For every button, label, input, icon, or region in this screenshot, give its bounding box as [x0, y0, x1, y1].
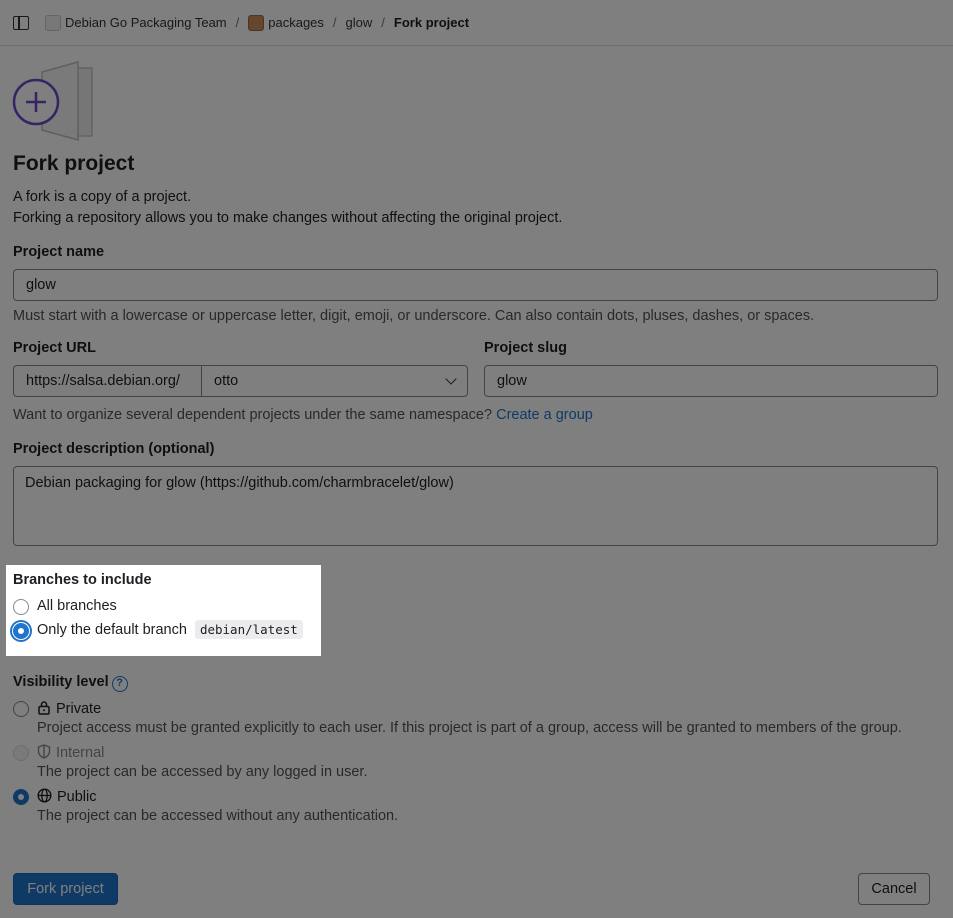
namespace-help-text: Want to organize several dependent proje…: [13, 407, 497, 423]
breadcrumb-separator: /: [235, 15, 240, 30]
private-radio[interactable]: [13, 701, 29, 717]
all-branches-radio[interactable]: [13, 599, 29, 615]
project-description-label: Project description (optional): [13, 441, 215, 457]
project-description-textarea[interactable]: Debian packaging for glow (https://githu…: [13, 466, 938, 546]
breadcrumb-group[interactable]: Debian Go Packaging Team: [65, 15, 227, 30]
branches-label: Branches to include: [13, 572, 152, 588]
default-branch-code: debian/latest: [194, 620, 303, 639]
top-bar: Debian Go Packaging Team / packages / gl…: [0, 0, 953, 46]
chevron-down-icon: [445, 373, 457, 385]
page-description: A fork is a copy of a project.: [13, 189, 192, 205]
focus-overlay: [0, 0, 953, 918]
breadcrumb-separator: /: [332, 15, 337, 30]
default-branch-radio[interactable]: [13, 623, 29, 639]
breadcrumb: Debian Go Packaging Team / packages / gl…: [45, 14, 470, 31]
namespace-select[interactable]: otto: [201, 365, 468, 397]
group-avatar: [45, 14, 61, 31]
breadcrumb-subgroup[interactable]: packages: [268, 15, 324, 30]
project-name-input[interactable]: [13, 269, 938, 301]
project-slug-label: Project slug: [484, 340, 567, 356]
namespace-select-value: otto: [214, 373, 239, 389]
default-branch-option[interactable]: Only the default branch debian/latest: [37, 620, 303, 639]
page-description-detail: Forking a repository allows you to make …: [13, 210, 563, 226]
project-url-label: Project URL: [13, 340, 96, 356]
create-group-link[interactable]: Create a group: [496, 407, 593, 423]
namespace-help: Want to organize several dependent proje…: [13, 407, 593, 423]
public-option[interactable]: Public: [37, 788, 97, 805]
subgroup-avatar: [248, 14, 265, 31]
project-slug-input[interactable]: [484, 365, 938, 397]
public-label: Public: [57, 789, 97, 805]
default-branch-label: Only the default branch: [37, 622, 187, 638]
question-icon[interactable]: ?: [111, 676, 128, 692]
fork-project-button[interactable]: Fork project: [13, 873, 118, 905]
breadcrumb-current: Fork project: [393, 15, 470, 30]
private-description: Project access must be granted explicitl…: [37, 720, 902, 736]
page-title: Fork project: [13, 152, 135, 175]
internal-option: Internal: [37, 744, 104, 761]
sidebar-toggle-icon[interactable]: [13, 15, 29, 30]
project-name-label: Project name: [13, 244, 105, 260]
visibility-label-text: Visibility level: [13, 674, 109, 690]
shield-icon: [37, 744, 51, 759]
project-url-group: https://salsa.debian.org/ otto: [13, 365, 468, 397]
project-url-prefix: https://salsa.debian.org/: [13, 365, 201, 397]
internal-label: Internal: [56, 745, 105, 761]
internal-description: The project can be accessed by any logge…: [37, 764, 368, 780]
all-branches-label[interactable]: All branches: [37, 598, 117, 614]
fork-illustration-icon: [12, 61, 93, 141]
globe-icon: [37, 788, 52, 803]
cancel-button[interactable]: Cancel: [858, 873, 930, 905]
breadcrumb-project[interactable]: glow: [346, 15, 373, 30]
private-option[interactable]: Private: [37, 700, 101, 717]
project-name-help: Must start with a lowercase or uppercase…: [13, 308, 815, 324]
visibility-label: Visibility level?: [13, 674, 128, 692]
public-description: The project can be accessed without any …: [37, 808, 399, 824]
breadcrumb-separator: /: [381, 15, 385, 30]
lock-icon: [38, 701, 50, 715]
internal-radio: [13, 745, 29, 761]
public-radio[interactable]: [13, 789, 29, 805]
private-label: Private: [56, 701, 102, 717]
